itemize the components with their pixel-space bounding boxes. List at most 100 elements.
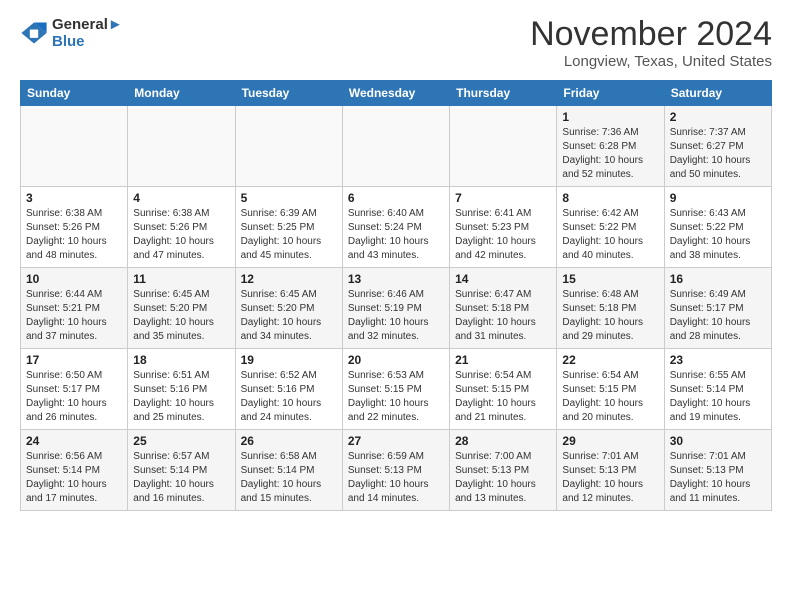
day-info: Sunrise: 6:40 AMSunset: 5:24 PMDaylight:… [348,207,444,263]
calendar-cell: 20Sunrise: 6:53 AMSunset: 5:15 PMDayligh… [342,349,449,430]
day-info: Sunrise: 6:50 AMSunset: 5:17 PMDaylight:… [26,369,122,425]
day-number: 27 [348,434,444,448]
day-number: 22 [562,353,658,367]
day-number: 29 [562,434,658,448]
header: General► Blue November 2024 Longview, Te… [20,16,772,70]
calendar-cell: 25 Sunrise: 6:57 AMSunset: 5:14 PMDayligh… [128,430,235,511]
calendar-cell: 23 Sunrise: 6:55 AMSunset: 5:14 PMDayligh… [664,349,771,430]
weekday-header-monday: Monday [128,81,235,106]
day-number: 25 [133,434,229,448]
calendar-body: 1Sunrise: 7:36 AMSunset: 6:28 PMDaylight… [21,106,772,511]
day-info: Sunrise: 6:38 AMSunset: 5:26 PMDaylight:… [26,207,122,263]
day-info: Sunrise: 6:46 AMSunset: 5:19 PMDaylight:… [348,288,444,344]
calendar-cell [450,106,557,187]
logo-text: General► Blue [52,16,123,50]
day-number: 16 [670,272,766,286]
day-number: 11 [133,272,229,286]
weekday-row: SundayMondayTuesdayWednesdayThursdayFrid… [21,81,772,106]
calendar-cell: 29 Sunrise: 7:01 AMSunset: 5:13 PMDayligh… [557,430,664,511]
logo-icon [20,19,48,47]
location: Longview, Texas, United States [530,53,772,70]
day-info: Sunrise: 6:38 AMSunset: 5:26 PMDaylight:… [133,207,229,263]
day-info: Sunrise: 6:55 AMSunset: 5:14 PMDaylight:… [670,369,766,425]
day-info: Sunrise: 6:49 AMSunset: 5:17 PMDaylight:… [670,288,766,344]
weekday-header-thursday: Thursday [450,81,557,106]
calendar-week-3: 10Sunrise: 6:44 AMSunset: 5:21 PMDayligh… [21,268,772,349]
weekday-header-saturday: Saturday [664,81,771,106]
calendar-cell: 10Sunrise: 6:44 AMSunset: 5:21 PMDayligh… [21,268,128,349]
day-number: 8 [562,191,658,205]
weekday-header-friday: Friday [557,81,664,106]
weekday-header-tuesday: Tuesday [235,81,342,106]
calendar-cell: 7 Sunrise: 6:41 AMSunset: 5:23 PMDaylight… [450,187,557,268]
day-number: 18 [133,353,229,367]
calendar-cell: 4 Sunrise: 6:38 AMSunset: 5:26 PMDaylight… [128,187,235,268]
calendar-header: SundayMondayTuesdayWednesdayThursdayFrid… [21,81,772,106]
day-info: Sunrise: 6:56 AMSunset: 5:14 PMDaylight:… [26,450,122,506]
day-info: Sunrise: 6:51 AMSunset: 5:16 PMDaylight:… [133,369,229,425]
day-number: 13 [348,272,444,286]
day-info: Sunrise: 6:39 AMSunset: 5:25 PMDaylight:… [241,207,337,263]
day-number: 6 [348,191,444,205]
calendar-week-1: 1Sunrise: 7:36 AMSunset: 6:28 PMDaylight… [21,106,772,187]
day-info: Sunrise: 6:54 AMSunset: 5:15 PMDaylight:… [562,369,658,425]
calendar-cell: 1Sunrise: 7:36 AMSunset: 6:28 PMDaylight… [557,106,664,187]
day-info: Sunrise: 7:01 AMSunset: 5:13 PMDaylight:… [562,450,658,506]
calendar-cell: 17 Sunrise: 6:50 AMSunset: 5:17 PMDayligh… [21,349,128,430]
day-number: 23 [670,353,766,367]
calendar-cell: 8 Sunrise: 6:42 AMSunset: 5:22 PMDaylight… [557,187,664,268]
weekday-header-wednesday: Wednesday [342,81,449,106]
calendar-cell [235,106,342,187]
day-info: Sunrise: 6:48 AMSunset: 5:18 PMDaylight:… [562,288,658,344]
calendar-cell: 2Sunrise: 7:37 AMSunset: 6:27 PMDaylight… [664,106,771,187]
day-number: 21 [455,353,551,367]
calendar-cell: 6 Sunrise: 6:40 AMSunset: 5:24 PMDaylight… [342,187,449,268]
calendar-cell [21,106,128,187]
day-number: 17 [26,353,122,367]
calendar-cell: 26Sunrise: 6:58 AMSunset: 5:14 PMDayligh… [235,430,342,511]
calendar-cell: 30 Sunrise: 7:01 AMSunset: 5:13 PMDayligh… [664,430,771,511]
calendar-cell: 21Sunrise: 6:54 AMSunset: 5:15 PMDayligh… [450,349,557,430]
calendar-cell: 18 Sunrise: 6:51 AMSunset: 5:16 PMDayligh… [128,349,235,430]
calendar-cell: 19 Sunrise: 6:52 AMSunset: 5:16 PMDayligh… [235,349,342,430]
calendar-week-2: 3 Sunrise: 6:38 AMSunset: 5:26 PMDaylight… [21,187,772,268]
title-area: November 2024 Longview, Texas, United St… [530,16,772,70]
day-number: 28 [455,434,551,448]
calendar-week-5: 24Sunrise: 6:56 AMSunset: 5:14 PMDayligh… [21,430,772,511]
day-number: 4 [133,191,229,205]
day-number: 5 [241,191,337,205]
day-number: 26 [241,434,337,448]
day-info: Sunrise: 7:00 AMSunset: 5:13 PMDaylight:… [455,450,551,506]
day-info: Sunrise: 6:59 AMSunset: 5:13 PMDaylight:… [348,450,444,506]
day-info: Sunrise: 6:57 AMSunset: 5:14 PMDaylight:… [133,450,229,506]
day-number: 3 [26,191,122,205]
day-number: 19 [241,353,337,367]
day-number: 1 [562,110,658,124]
calendar-cell: 3 Sunrise: 6:38 AMSunset: 5:26 PMDaylight… [21,187,128,268]
logo-area: General► Blue [20,16,123,50]
calendar: SundayMondayTuesdayWednesdayThursdayFrid… [20,80,772,511]
calendar-cell: 12Sunrise: 6:45 AMSunset: 5:20 PMDayligh… [235,268,342,349]
day-info: Sunrise: 6:41 AMSunset: 5:23 PMDaylight:… [455,207,551,263]
day-info: Sunrise: 6:45 AMSunset: 5:20 PMDaylight:… [241,288,337,344]
calendar-cell: 24Sunrise: 6:56 AMSunset: 5:14 PMDayligh… [21,430,128,511]
calendar-cell: 22 Sunrise: 6:54 AMSunset: 5:15 PMDayligh… [557,349,664,430]
calendar-cell: 28 Sunrise: 7:00 AMSunset: 5:13 PMDayligh… [450,430,557,511]
day-number: 30 [670,434,766,448]
calendar-cell: 5 Sunrise: 6:39 AMSunset: 5:25 PMDaylight… [235,187,342,268]
day-info: Sunrise: 6:44 AMSunset: 5:21 PMDaylight:… [26,288,122,344]
day-info: Sunrise: 6:52 AMSunset: 5:16 PMDaylight:… [241,369,337,425]
day-info: Sunrise: 6:43 AMSunset: 5:22 PMDaylight:… [670,207,766,263]
day-number: 2 [670,110,766,124]
calendar-cell [128,106,235,187]
calendar-week-4: 17 Sunrise: 6:50 AMSunset: 5:17 PMDayligh… [21,349,772,430]
day-info: Sunrise: 6:45 AMSunset: 5:20 PMDaylight:… [133,288,229,344]
day-number: 15 [562,272,658,286]
day-number: 7 [455,191,551,205]
calendar-cell: 16 Sunrise: 6:49 AMSunset: 5:17 PMDayligh… [664,268,771,349]
day-info: Sunrise: 6:42 AMSunset: 5:22 PMDaylight:… [562,207,658,263]
calendar-cell: 15 Sunrise: 6:48 AMSunset: 5:18 PMDayligh… [557,268,664,349]
day-info: Sunrise: 7:01 AMSunset: 5:13 PMDaylight:… [670,450,766,506]
page: General► Blue November 2024 Longview, Te… [0,0,792,521]
calendar-cell: 9Sunrise: 6:43 AMSunset: 5:22 PMDaylight… [664,187,771,268]
